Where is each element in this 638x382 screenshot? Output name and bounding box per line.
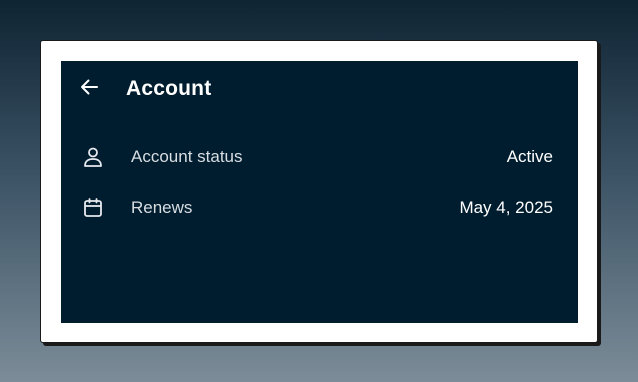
list-item-account-status: Account status Active (61, 134, 578, 180)
app-bar: Account (61, 61, 578, 117)
person-icon (81, 145, 105, 169)
calendar-icon (81, 196, 105, 220)
back-button[interactable] (77, 75, 101, 99)
account-screen: Account Account status Active Renews May… (61, 61, 578, 323)
page-title: Account (126, 77, 212, 100)
renewal-date-value: May 4, 2025 (459, 198, 553, 217)
row-label: Renews (131, 198, 193, 217)
list-item-renews: Renews May 4, 2025 (61, 185, 578, 231)
device-frame: Account Account status Active Renews May… (40, 40, 598, 343)
arrow-back-icon (77, 75, 101, 99)
account-status-value: Active (506, 147, 553, 166)
row-label: Account status (131, 147, 243, 166)
